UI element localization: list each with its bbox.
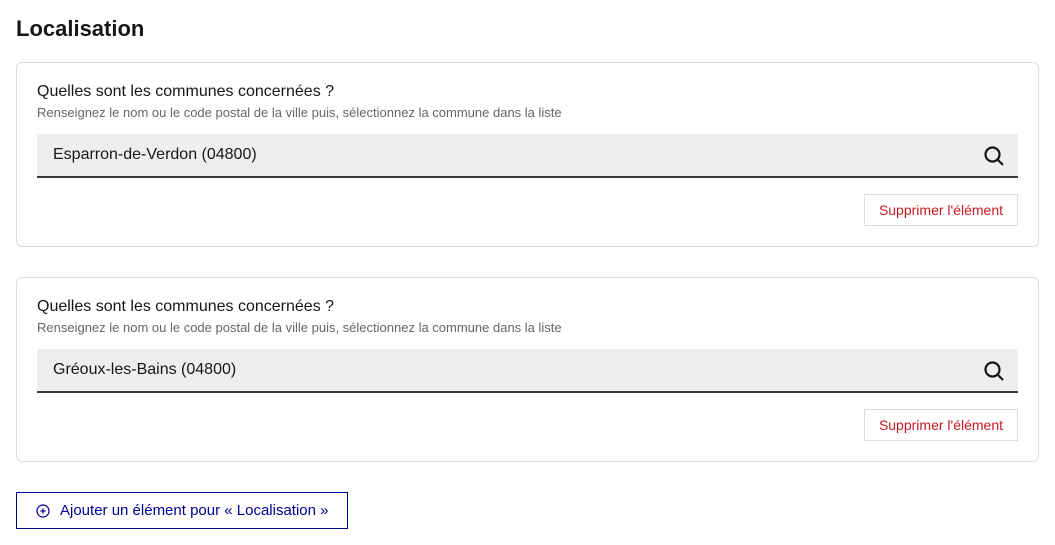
field-label: Quelles sont les communes concernées ?: [37, 298, 1018, 316]
card-actions: Supprimer l'élément: [37, 194, 1018, 226]
add-button-label: Ajouter un élément pour « Localisation »: [60, 502, 329, 519]
add-localisation-button[interactable]: Ajouter un élément pour « Localisation »: [16, 492, 348, 529]
delete-item-button[interactable]: Supprimer l'élément: [864, 194, 1018, 226]
field-label: Quelles sont les communes concernées ?: [37, 83, 1018, 101]
card-actions: Supprimer l'élément: [37, 409, 1018, 441]
commune-search-input[interactable]: [37, 349, 1018, 393]
plus-circle-icon: [35, 503, 51, 519]
field-help: Renseignez le nom ou le code postal de l…: [37, 320, 1018, 335]
localisation-item: Quelles sont les communes concernées ? R…: [16, 62, 1039, 247]
search-wrapper: [37, 349, 1018, 393]
field-help: Renseignez le nom ou le code postal de l…: [37, 105, 1018, 120]
search-wrapper: [37, 134, 1018, 178]
delete-item-button[interactable]: Supprimer l'élément: [864, 409, 1018, 441]
localisation-item: Quelles sont les communes concernées ? R…: [16, 277, 1039, 462]
commune-search-input[interactable]: [37, 134, 1018, 178]
section-title: Localisation: [16, 16, 1039, 42]
